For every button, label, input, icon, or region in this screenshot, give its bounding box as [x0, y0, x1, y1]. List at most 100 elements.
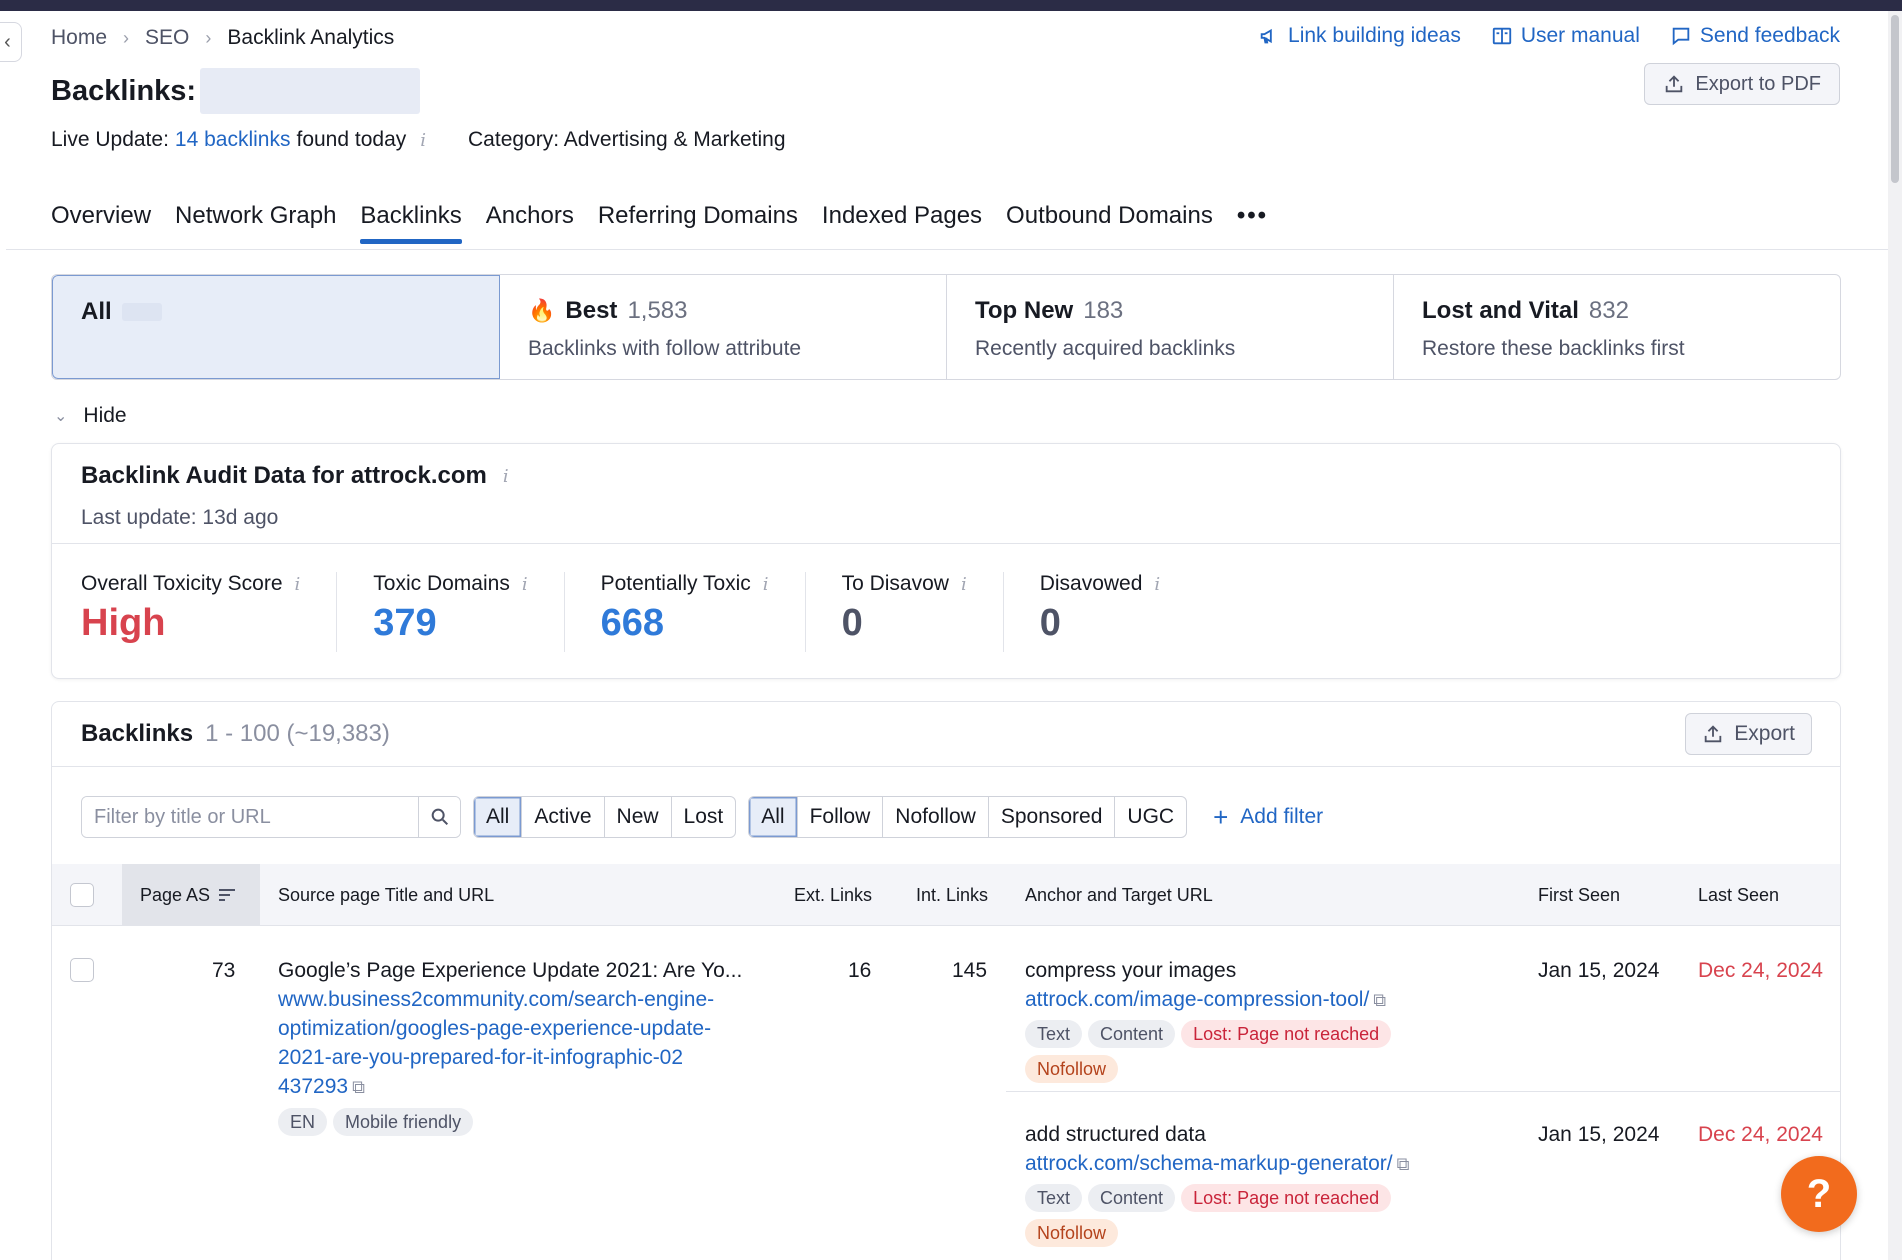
- info-icon[interactable]: i: [1154, 574, 1160, 595]
- metric-label: Overall Toxicity Score: [81, 572, 283, 595]
- status-filter-lost[interactable]: Lost: [672, 797, 736, 837]
- table-header: Page AS Source page Title and URL Ext. L…: [52, 864, 1840, 926]
- more-tabs-button[interactable]: •••: [1237, 202, 1268, 244]
- source-title[interactable]: Google’s Page Experience Update 2021: Ar…: [278, 956, 778, 985]
- mobile-friendly-badge: Mobile friendly: [333, 1108, 474, 1136]
- help-button[interactable]: ?: [1781, 1156, 1857, 1232]
- col-page-as[interactable]: Page AS: [122, 864, 260, 926]
- export-button[interactable]: Export: [1685, 713, 1812, 755]
- row-checkbox[interactable]: [70, 958, 94, 982]
- metric-value[interactable]: 0: [842, 602, 967, 645]
- main-tabs: Overview Network Graph Backlinks Anchors…: [51, 202, 1268, 244]
- int-links-value[interactable]: 145: [952, 956, 987, 985]
- row-checkbox-cell: [70, 958, 94, 982]
- external-link-icon[interactable]: ⧉: [352, 1077, 365, 1097]
- segment-lost-vital-desc: Restore these backlinks first: [1422, 337, 1685, 360]
- search-button[interactable]: [418, 797, 460, 837]
- col-first-seen[interactable]: First Seen: [1538, 864, 1620, 926]
- export-icon: [1666, 75, 1683, 93]
- nofollow-badge: Nofollow: [1025, 1219, 1119, 1247]
- backlinks-title: Backlinks: [81, 720, 194, 747]
- external-link-icon[interactable]: ⧉: [1397, 1154, 1410, 1174]
- breadcrumb: Home › SEO › Backlink Analytics: [51, 26, 394, 50]
- source-url-line: www.business2community.com/search-engine…: [278, 988, 715, 1011]
- search-icon: [431, 808, 448, 826]
- book-icon: [1492, 27, 1511, 45]
- help-icon: ?: [1806, 1171, 1832, 1216]
- metric-value[interactable]: 379: [373, 602, 527, 645]
- status-filter-group: All Active New Lost: [473, 796, 737, 838]
- type-filter-follow[interactable]: Follow: [798, 797, 884, 837]
- collapse-sidebar-button[interactable]: ‹: [0, 22, 22, 62]
- first-seen-value: Jan 15, 2024: [1538, 1123, 1660, 1146]
- add-filter-button[interactable]: + Add filter: [1213, 802, 1323, 833]
- metric-toxicity-score: Overall Toxicity Score i High: [81, 572, 338, 652]
- link-building-ideas-label: Link building ideas: [1288, 24, 1461, 47]
- info-icon[interactable]: i: [503, 466, 509, 487]
- tab-network-graph[interactable]: Network Graph: [175, 202, 336, 244]
- source-url[interactable]: www.business2community.com/search-engine…: [278, 985, 778, 1102]
- breadcrumb-current: Backlink Analytics: [227, 26, 395, 49]
- ext-links-value[interactable]: 16: [848, 956, 871, 985]
- export-to-pdf-label: Export to PDF: [1695, 72, 1821, 95]
- tab-indexed-pages[interactable]: Indexed Pages: [822, 202, 982, 244]
- metric-value[interactable]: 668: [601, 602, 769, 645]
- tab-referring-domains[interactable]: Referring Domains: [598, 202, 798, 244]
- col-source-page[interactable]: Source page Title and URL: [278, 864, 494, 926]
- send-feedback-link[interactable]: Send feedback: [1670, 24, 1840, 48]
- search-input[interactable]: [82, 797, 418, 837]
- type-filter-sponsored[interactable]: Sponsored: [989, 797, 1116, 837]
- top-color-bar: [0, 0, 1902, 11]
- info-icon[interactable]: i: [961, 574, 967, 595]
- segment-top-new[interactable]: Top New 183 Recently acquired backlinks: [947, 275, 1394, 379]
- tab-overview[interactable]: Overview: [51, 202, 151, 244]
- last-seen-value: Dec 24, 2024: [1698, 1123, 1823, 1146]
- status-filter-active[interactable]: Active: [522, 797, 605, 837]
- lost-badge: Lost: Page not reached: [1181, 1020, 1392, 1048]
- live-update-link[interactable]: 14 backlinks: [175, 128, 291, 152]
- col-int-links[interactable]: Int. Links: [916, 864, 988, 926]
- external-link-icon[interactable]: ⧉: [1373, 990, 1386, 1010]
- segment-lost-vital-label: Lost and Vital: [1422, 297, 1579, 324]
- source-url-line: 2021-are-you-prepared-for-it-infographic…: [278, 1046, 684, 1069]
- status-filter-all[interactable]: All: [474, 797, 523, 837]
- scrollbar-thumb[interactable]: [1891, 15, 1899, 183]
- target-url[interactable]: attrock.com/schema-markup-generator/: [1025, 1152, 1393, 1175]
- col-anchor-target[interactable]: Anchor and Target URL: [1025, 864, 1213, 926]
- segment-best[interactable]: 🔥 Best 1,583 Backlinks with follow attribu…: [500, 275, 947, 379]
- type-filter-ugc[interactable]: UGC: [1115, 797, 1186, 837]
- info-icon[interactable]: i: [522, 574, 528, 595]
- info-icon[interactable]: i: [763, 574, 769, 595]
- col-last-seen[interactable]: Last Seen: [1698, 864, 1779, 926]
- info-icon[interactable]: i: [420, 130, 426, 151]
- hide-toggle[interactable]: ⌄ Hide: [54, 404, 127, 428]
- target-url[interactable]: attrock.com/image-compression-tool/: [1025, 988, 1369, 1011]
- export-to-pdf-button[interactable]: Export to PDF: [1644, 63, 1840, 105]
- scrollbar[interactable]: [1888, 11, 1902, 1260]
- breadcrumb-seo[interactable]: SEO: [145, 26, 189, 50]
- type-filter-all[interactable]: All: [749, 797, 798, 837]
- megaphone-icon: [1260, 28, 1272, 44]
- chevron-right-icon: ›: [205, 27, 212, 48]
- segment-lost-vital[interactable]: Lost and Vital 832 Restore these backlink…: [1394, 275, 1840, 379]
- tab-outbound-domains[interactable]: Outbound Domains: [1006, 202, 1213, 244]
- col-ext-links[interactable]: Ext. Links: [794, 864, 872, 926]
- category-label: Category: Advertising & Marketing: [468, 128, 786, 151]
- audit-last-update: Last update: 13d ago: [81, 506, 279, 529]
- hide-label: Hide: [83, 404, 127, 427]
- info-icon[interactable]: i: [295, 574, 301, 595]
- status-filter-new[interactable]: New: [605, 797, 672, 837]
- select-all-checkbox[interactable]: [70, 883, 94, 907]
- tab-backlinks[interactable]: Backlinks: [360, 202, 463, 244]
- metric-value[interactable]: 0: [1040, 602, 1160, 645]
- metric-value[interactable]: High: [81, 602, 300, 645]
- export-icon: [1705, 725, 1722, 743]
- tab-anchors[interactable]: Anchors: [486, 202, 574, 244]
- user-manual-link[interactable]: User manual: [1491, 24, 1640, 48]
- breadcrumb-home[interactable]: Home: [51, 26, 107, 50]
- chevron-down-icon: ⌄: [54, 408, 68, 425]
- segment-all[interactable]: All: [52, 275, 500, 379]
- flame-icon: 🔥: [528, 298, 556, 323]
- type-filter-nofollow[interactable]: Nofollow: [883, 797, 989, 837]
- link-building-ideas-link[interactable]: Link building ideas: [1258, 24, 1461, 48]
